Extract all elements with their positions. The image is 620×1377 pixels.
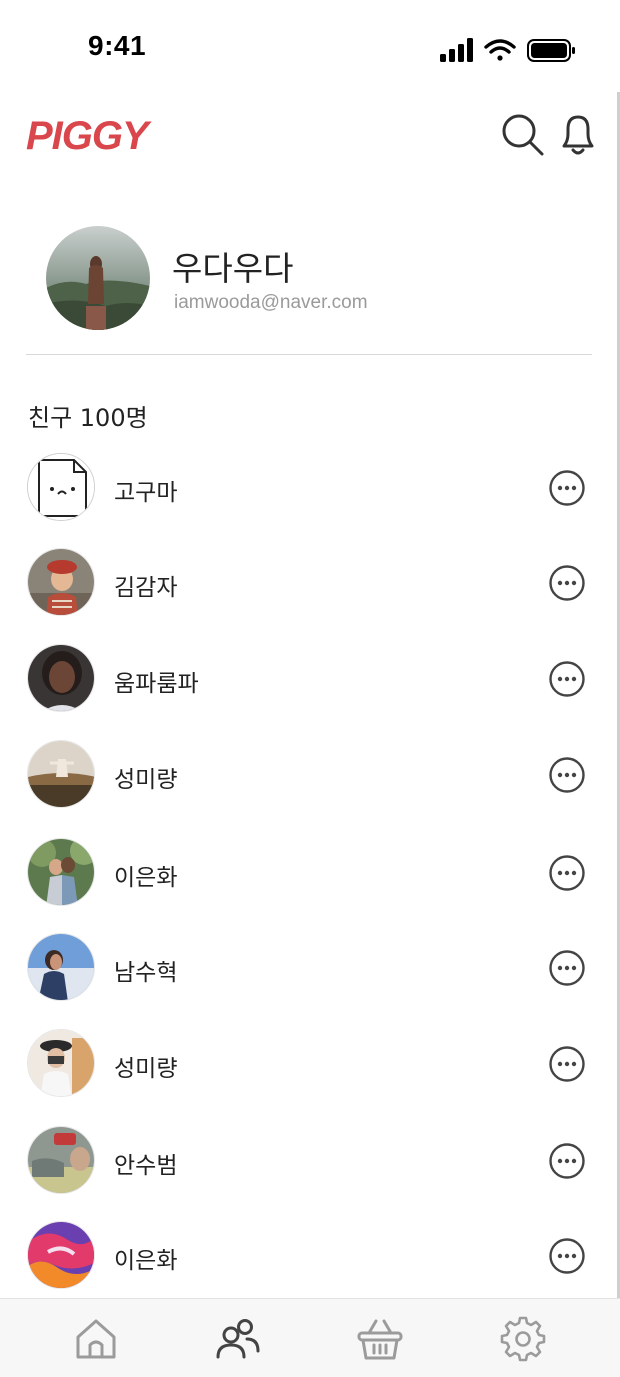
file-placeholder-icon	[28, 454, 94, 520]
friend-name: 남수혁	[114, 960, 178, 986]
more-icon	[549, 950, 585, 986]
friend-name: 움파룸파	[114, 671, 199, 697]
friend-row[interactable]: 이은화	[0, 832, 620, 912]
basket-icon	[357, 1319, 403, 1360]
friends-icon	[216, 1319, 260, 1359]
nav-friends[interactable]	[214, 1315, 262, 1363]
status-time: 9:41	[88, 30, 147, 61]
friend-avatar	[27, 838, 95, 906]
nav-settings[interactable]	[499, 1315, 547, 1363]
more-icon	[549, 565, 585, 601]
bottom-nav	[0, 1298, 620, 1377]
friends-count-title: 친구 100명	[28, 404, 148, 432]
settings-icon	[500, 1316, 546, 1362]
friend-name: 고구마	[114, 480, 178, 506]
friend-row[interactable]: 성미량	[0, 1023, 620, 1103]
more-options-button[interactable]	[548, 949, 586, 987]
cellular-signal-icon	[440, 38, 473, 62]
profile-email: iamwooda@naver.com	[174, 292, 368, 313]
nav-home[interactable]	[72, 1315, 120, 1363]
more-icon	[549, 661, 585, 697]
friend-avatar	[27, 1029, 95, 1097]
more-options-button[interactable]	[548, 756, 586, 794]
friend-row[interactable]: 성미량	[0, 734, 620, 814]
more-icon	[549, 1143, 585, 1179]
friend-name: 이은화	[114, 865, 178, 891]
search-button[interactable]	[498, 110, 546, 158]
app-logo: PIGGY	[26, 114, 149, 158]
home-icon	[76, 1319, 116, 1359]
friend-avatar	[27, 644, 95, 712]
friend-avatar	[27, 453, 95, 521]
more-options-button[interactable]	[548, 1237, 586, 1275]
more-icon	[549, 1046, 585, 1082]
my-profile[interactable]: 우다우다 iamwooda@naver.com	[0, 220, 620, 340]
more-options-button[interactable]	[548, 564, 586, 602]
friend-avatar	[27, 933, 95, 1001]
more-icon	[549, 1238, 585, 1274]
battery-icon	[527, 39, 575, 62]
profile-avatar	[46, 226, 150, 330]
search-icon	[502, 114, 544, 156]
friend-row[interactable]: 김감자	[0, 542, 620, 622]
more-options-button[interactable]	[548, 1045, 586, 1083]
profile-name: 우다우다	[172, 249, 294, 288]
friend-avatar	[27, 548, 95, 616]
notifications-button[interactable]	[554, 110, 602, 158]
friend-row[interactable]: 안수범	[0, 1120, 620, 1200]
status-icons	[440, 38, 575, 62]
friend-row[interactable]: 움파룸파	[0, 638, 620, 718]
friend-row[interactable]: 이은화	[0, 1215, 620, 1295]
friend-row[interactable]: 고구마	[0, 447, 620, 527]
friend-avatar	[27, 1221, 95, 1289]
app-header: PIGGY	[0, 100, 620, 180]
friend-name: 안수범	[114, 1153, 178, 1179]
friend-avatar	[27, 1126, 95, 1194]
bell-icon	[562, 115, 594, 155]
friend-row[interactable]: 남수혁	[0, 927, 620, 1007]
more-icon	[549, 855, 585, 891]
friend-name: 이은화	[114, 1248, 178, 1274]
more-options-button[interactable]	[548, 660, 586, 698]
more-icon	[549, 470, 585, 506]
more-icon	[549, 757, 585, 793]
status-bar: 9:41	[0, 0, 620, 100]
more-options-button[interactable]	[548, 469, 586, 507]
wifi-icon	[484, 39, 516, 61]
friend-avatar	[27, 740, 95, 808]
more-options-button[interactable]	[548, 854, 586, 892]
friend-name: 김감자	[114, 575, 178, 601]
divider	[26, 354, 592, 355]
friend-name: 성미량	[114, 1056, 178, 1082]
nav-basket[interactable]	[356, 1315, 404, 1363]
more-options-button[interactable]	[548, 1142, 586, 1180]
friend-name: 성미량	[114, 767, 178, 793]
